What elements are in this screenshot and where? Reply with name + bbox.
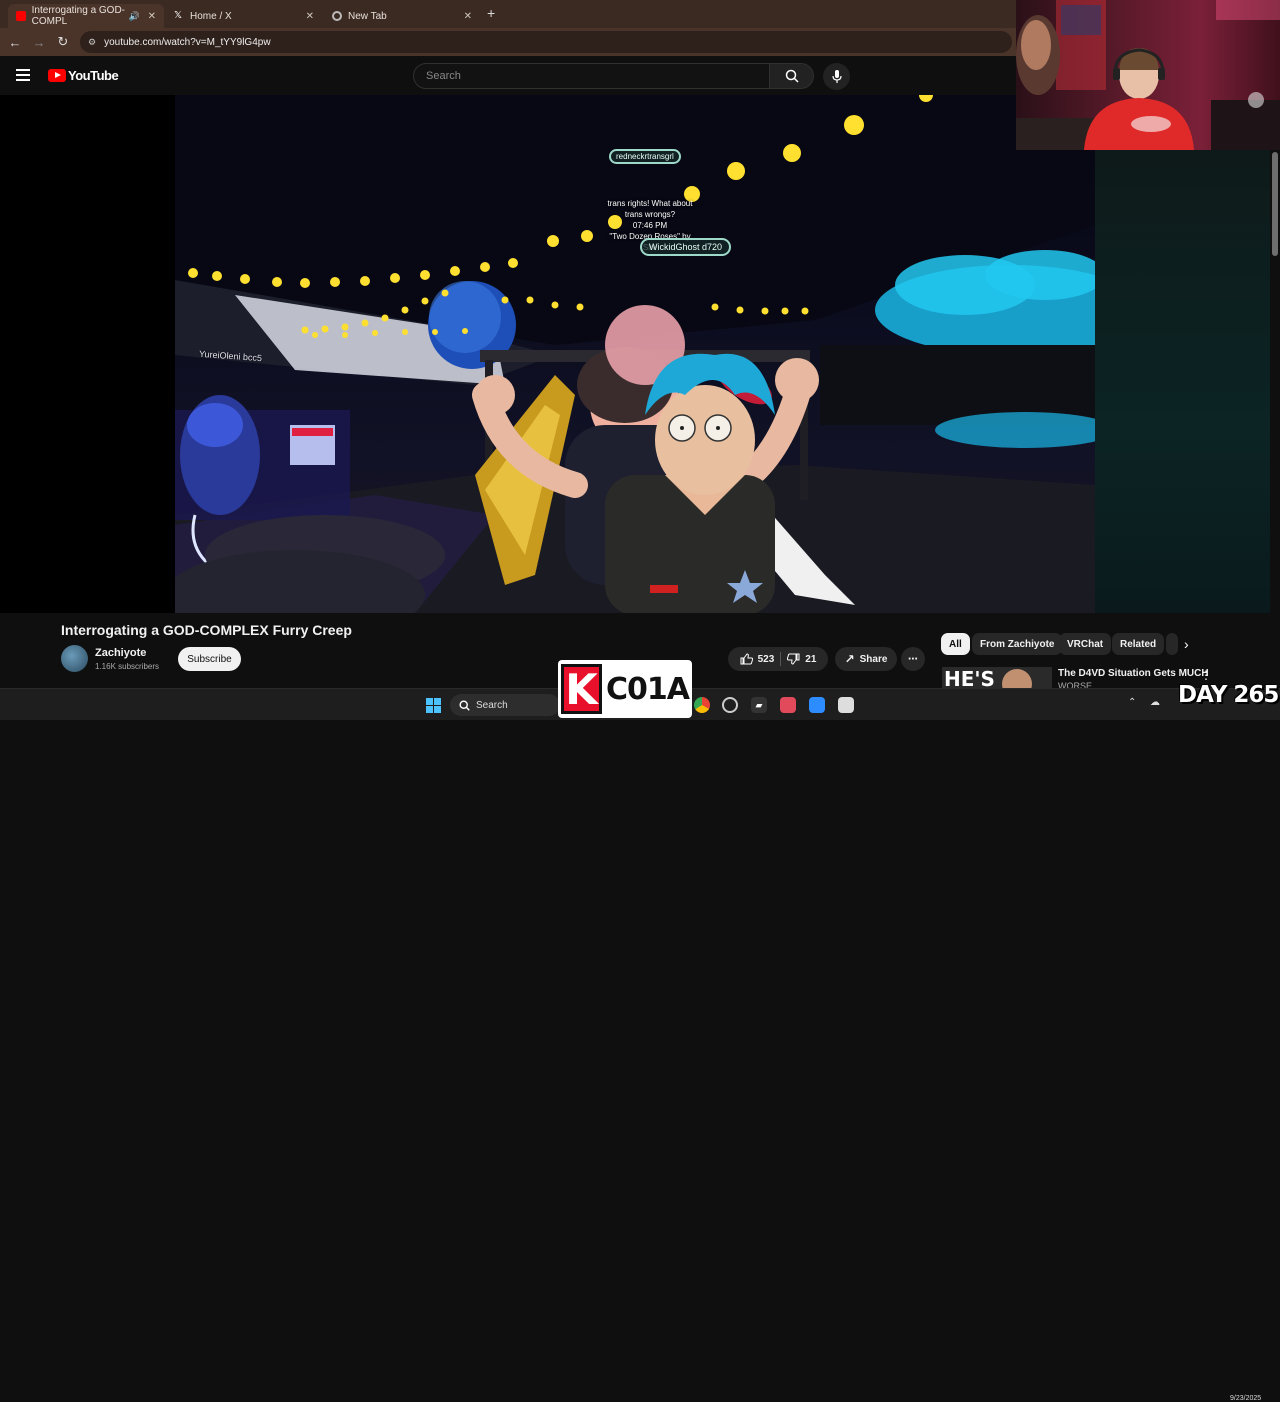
thumbs-up-icon: [740, 653, 753, 665]
obs-taskbar-icon[interactable]: [722, 697, 738, 713]
dislike-count: 21: [805, 653, 817, 665]
site-info-icon[interactable]: ⚙: [88, 37, 96, 48]
tab-x-home[interactable]: 𝕏 Home / X ✕: [166, 4, 322, 28]
zoom-taskbar-icon[interactable]: [809, 697, 825, 713]
capcut-taskbar-icon[interactable]: [780, 697, 796, 713]
youtube-header: YouTube Search: [0, 57, 1016, 95]
x-favicon-icon: 𝕏: [174, 10, 183, 21]
tray-cloud-icon[interactable]: ☁: [1150, 697, 1160, 708]
address-bar[interactable]: ⚙ youtube.com/watch?v=M_tYY9lG4pw: [80, 31, 1012, 53]
voice-search-button[interactable]: [823, 63, 850, 90]
chip-from-channel[interactable]: From Zachiyote: [972, 633, 1063, 655]
chrome-taskbar-icon[interactable]: [694, 697, 710, 713]
browser-tab-strip: Interrogating a GOD-COMPL 🔊 ✕ 𝕏 Home / X…: [0, 0, 1016, 28]
windows-start-icon[interactable]: [426, 698, 441, 713]
tab-title: New Tab: [348, 10, 387, 22]
taskbar-date[interactable]: 9/23/2025: [1230, 1395, 1261, 1402]
channel-avatar[interactable]: [61, 645, 88, 672]
thumbnail-face: [1002, 669, 1032, 689]
search-icon: [459, 700, 470, 711]
subscriber-count: 1.16K subscribers: [95, 662, 160, 671]
tab-new-tab[interactable]: New Tab ✕: [324, 4, 480, 28]
search-button[interactable]: [770, 63, 814, 89]
channel-name[interactable]: Zachiyote: [95, 647, 146, 659]
search-icon: [785, 69, 799, 83]
browser-toolbar: ← → ↻ ⚙ youtube.com/watch?v=M_tYY9lG4pw: [0, 28, 1016, 56]
related-video-panel-backdrop: [1095, 150, 1270, 613]
recommended-thumbnail[interactable]: HE'S: [942, 667, 1052, 689]
vrchat-scene-frame: [175, 95, 1095, 613]
chrome-favicon-icon: [332, 11, 342, 21]
share-button[interactable]: ↗ Share: [835, 647, 897, 671]
video-player[interactable]: redneckrtransgrl trans rights! What abou…: [175, 95, 1095, 613]
search-input[interactable]: Search: [413, 63, 770, 89]
chip-all[interactable]: All: [941, 633, 970, 655]
like-divider: [780, 652, 782, 666]
reload-icon[interactable]: ↻: [51, 30, 75, 54]
chip-partial[interactable]: [1166, 633, 1178, 655]
youtube-favicon-icon: [16, 11, 26, 21]
thumbnail-text: HE'S: [944, 667, 995, 689]
chevron-right-icon[interactable]: ›: [1184, 636, 1189, 652]
vr-nameplate-main: WickidGhost d720: [640, 238, 732, 256]
tab-title: Home / X: [190, 10, 232, 22]
webcam-feed: [1016, 0, 1280, 150]
close-tab-icon[interactable]: ✕: [464, 11, 472, 22]
chip-vrchat[interactable]: VRChat: [1059, 633, 1112, 655]
close-tab-icon[interactable]: ✕: [148, 11, 156, 22]
recommended-more-icon[interactable]: ⋮: [1200, 668, 1212, 682]
tray-chevron-icon[interactable]: ⌃: [1128, 697, 1136, 708]
forward-arrow-icon[interactable]: →: [27, 30, 51, 54]
tab-youtube-video[interactable]: Interrogating a GOD-COMPL 🔊 ✕: [8, 4, 164, 28]
dislike-button[interactable]: 21: [787, 653, 816, 665]
thumbs-down-icon: [787, 653, 800, 665]
like-dislike-group: 523 21: [728, 647, 828, 671]
back-arrow-icon[interactable]: ←: [3, 30, 27, 54]
stream-logo-overlay: K C01A: [558, 660, 692, 718]
game-taskbar-icon[interactable]: ▰: [751, 697, 767, 713]
youtube-logo[interactable]: YouTube: [48, 68, 119, 83]
share-arrow-icon: ↗: [844, 652, 855, 666]
logo-code: C01A: [606, 671, 690, 707]
microphone-icon: [831, 69, 842, 83]
app-taskbar-icon[interactable]: [838, 697, 854, 713]
vr-nameplate-top: redneckrtransgrl: [609, 149, 681, 164]
streamer-webcam: [1016, 0, 1280, 150]
day-counter: DAY 265: [1178, 682, 1279, 708]
logo-letter: K: [561, 664, 603, 714]
taskbar-search[interactable]: Search: [450, 694, 560, 716]
scrollbar-thumb[interactable]: [1272, 152, 1278, 256]
close-tab-icon[interactable]: ✕: [306, 11, 314, 22]
url-text: youtube.com/watch?v=M_tYY9lG4pw: [104, 36, 271, 48]
speaker-icon[interactable]: 🔊: [129, 11, 140, 22]
hamburger-menu-icon[interactable]: [16, 69, 30, 81]
chip-related[interactable]: Related: [1112, 633, 1165, 655]
like-count: 523: [757, 653, 775, 665]
like-button[interactable]: 523: [740, 653, 775, 665]
subscribe-button[interactable]: Subscribe: [178, 647, 241, 671]
new-tab-button[interactable]: +: [487, 5, 495, 21]
more-actions-button[interactable]: ⋯: [901, 647, 925, 671]
recommended-title[interactable]: The D4VD Situation Gets MUCH: [1058, 668, 1209, 679]
more-dots-icon: ⋯: [908, 653, 918, 665]
youtube-play-icon: [48, 69, 66, 82]
video-title: Interrogating a GOD-COMPLEX Furry Creep: [61, 622, 352, 638]
page-scrollbar[interactable]: [1270, 150, 1280, 688]
